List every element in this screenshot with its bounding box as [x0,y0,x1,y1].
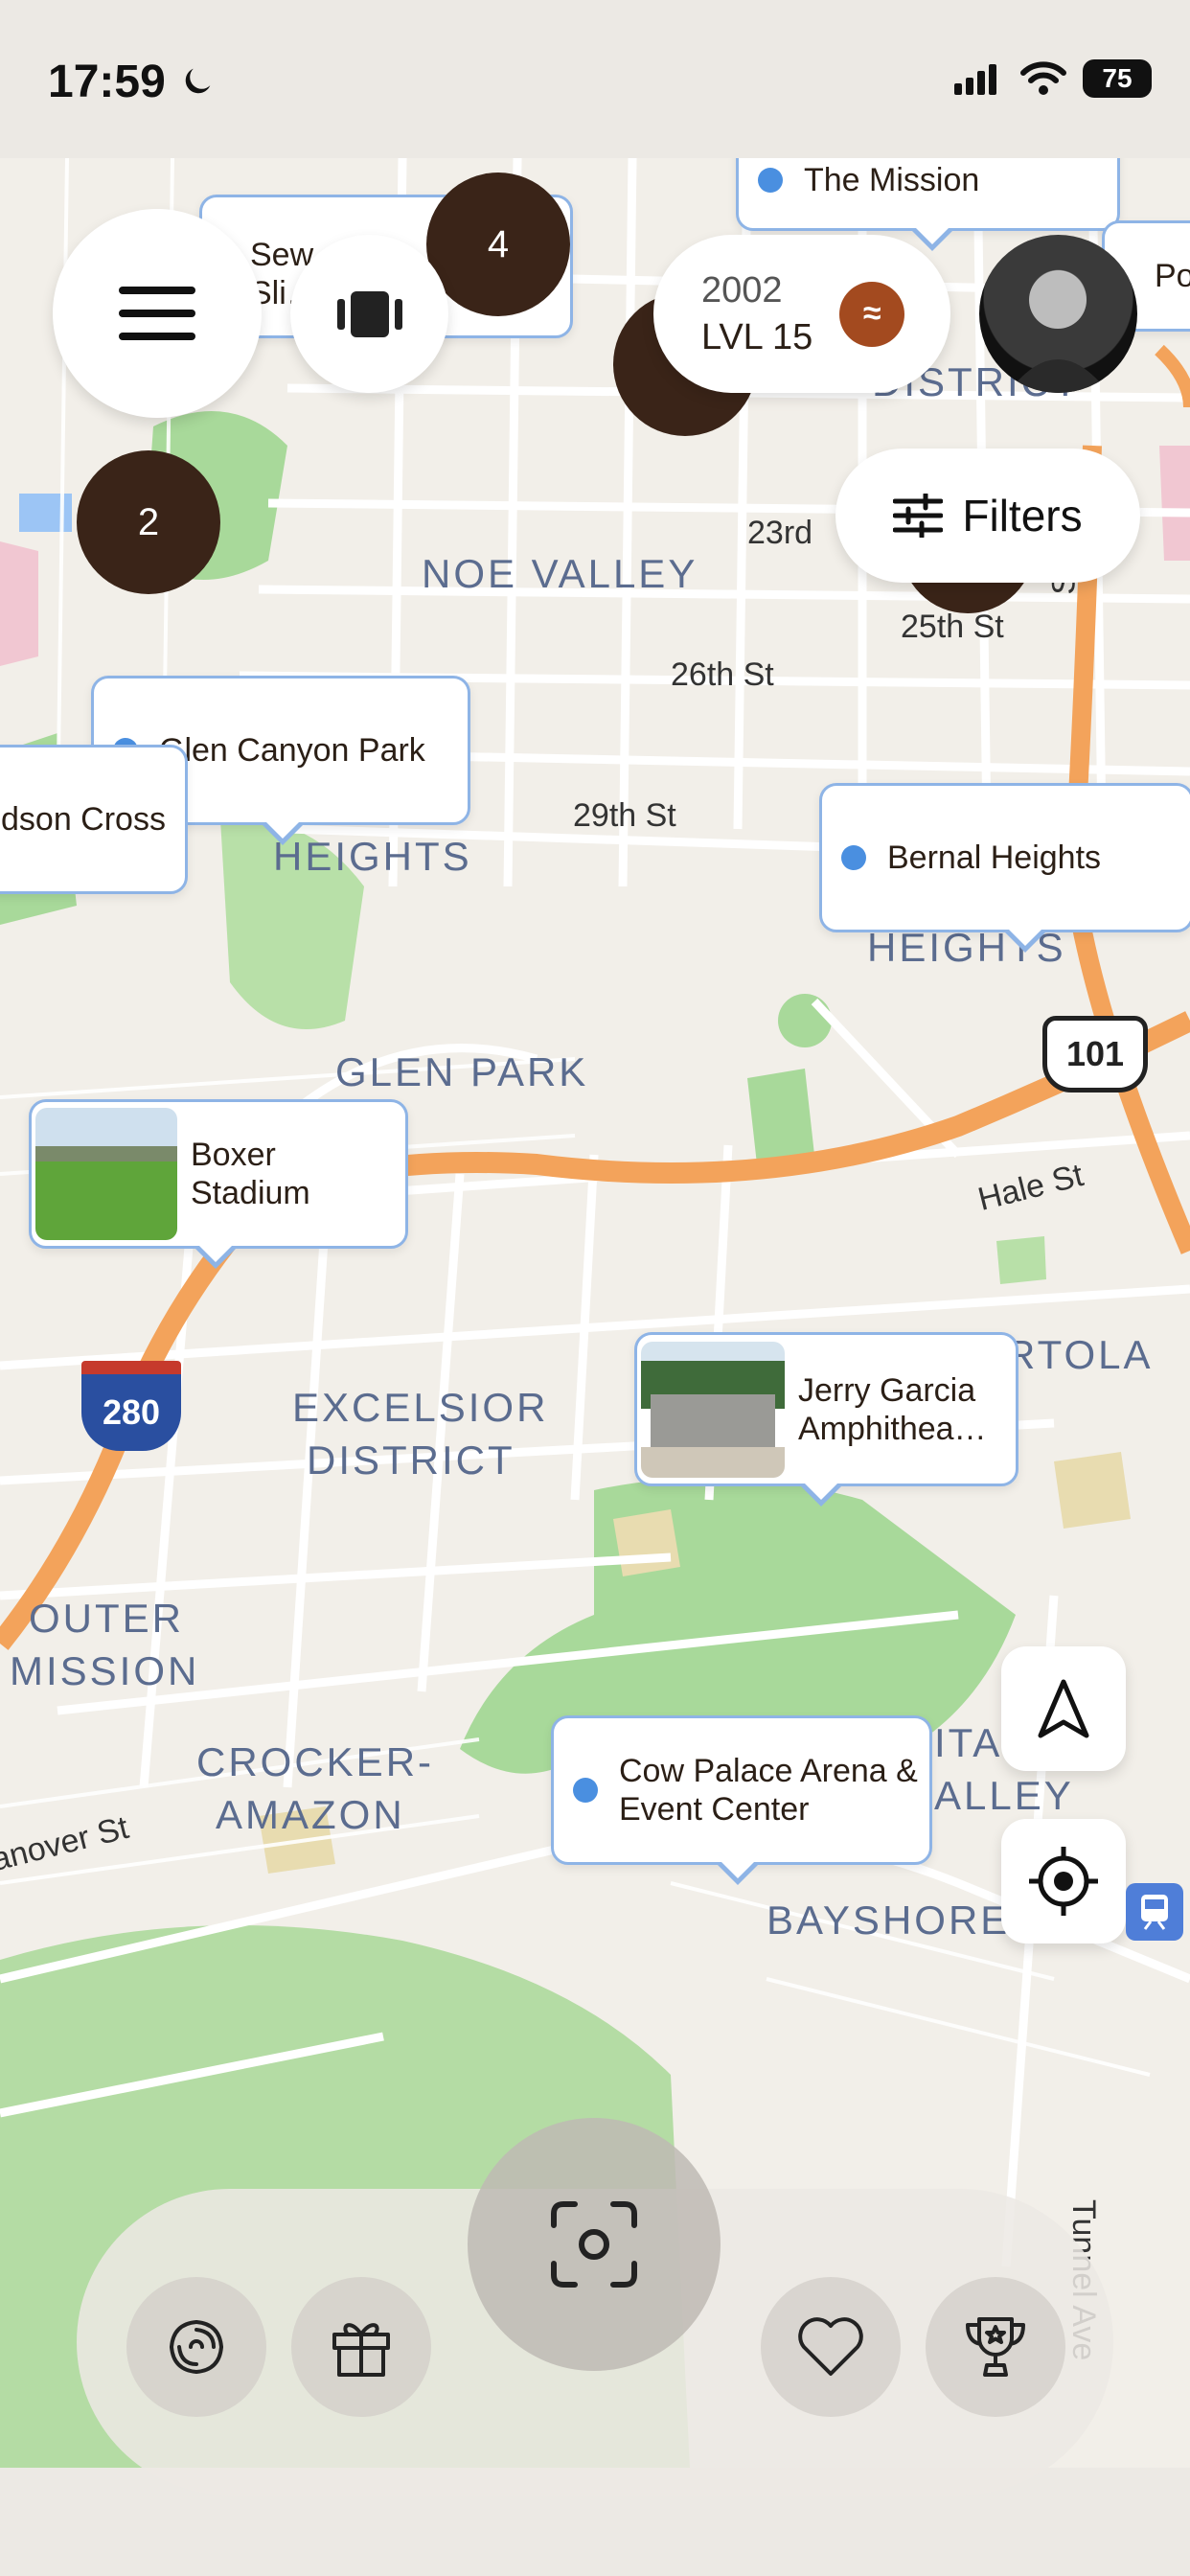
status-bar: 17:59 75 [0,0,1190,158]
locate-me-button[interactable] [1001,1819,1126,1944]
crosshair-icon [1029,1847,1098,1916]
status-time: 17:59 [48,56,217,108]
pin-label: Jerry Garcia Amphithea… [798,1371,987,1447]
pin-label: Boxer Stadium [191,1137,310,1211]
street-label: 29th St [573,797,676,834]
area-label: AMAZON [216,1792,405,1837]
area-label: ITA [934,1720,1003,1765]
highway-shield-101: 101 [1042,1016,1148,1092]
spin-button[interactable] [126,2277,266,2417]
pin-boxer-stadium[interactable]: Boxer Stadium [29,1099,408,1269]
card-view-button[interactable] [290,235,448,393]
area-label: MISSION [10,1648,200,1693]
leaderboard-button[interactable] [926,2277,1065,2417]
transit-icon [1126,1883,1183,1941]
pin-jerry-garcia-amphitheater[interactable]: Jerry Garcia Amphithea… [634,1332,1018,1506]
street-label: 25th St [901,609,1004,645]
filters-button[interactable]: Filters [835,448,1140,583]
xp-value: 2002 [701,269,783,310]
avatar[interactable] [979,235,1137,393]
area-label: BAYSHORE [767,1898,1011,1943]
level-label: LVL 15 [701,316,813,357]
pin-the-mission[interactable]: The Mission [736,158,1120,251]
carousel-icon [336,290,402,337]
compass-button[interactable] [1001,1646,1126,1771]
area-label: OUTER [29,1596,184,1641]
jerry-garcia-photo [641,1341,785,1478]
cellular-icon [954,64,996,95]
pin-label: Cow Palace Arena & Event Center [619,1753,918,1828]
favorites-button[interactable] [761,2277,901,2417]
battery-indicator: 75 [1083,59,1152,98]
bottom-dock [77,2118,1113,2496]
street-label: 26th St [671,656,774,693]
filters-label: Filters [962,491,1083,540]
pin-label: Glen Canyon Park [159,731,425,769]
wifi-icon [1020,61,1066,95]
pin-dot [841,845,866,870]
street-label: 23rd [747,515,813,551]
highway-shield-280: 280 [81,1361,181,1451]
sliders-icon [893,494,944,538]
pin-label: Po [1155,257,1190,294]
area-label: NOE VALLEY [422,551,698,596]
boxer-stadium-photo [35,1108,177,1240]
xp-coin-icon: ≈ [839,281,905,347]
pin-label: dson Cross [1,800,166,838]
area-label: RTOLA [1006,1332,1154,1377]
spiral-icon [170,2320,223,2374]
pin-label: Bernal Heights [887,839,1102,876]
pin-dson-cross[interactable]: dson Cross [0,745,188,894]
pin-dot [758,168,783,193]
rewards-button[interactable] [291,2277,431,2417]
hamburger-icon [119,287,195,340]
scan-button[interactable] [468,2118,721,2371]
cluster-marker[interactable]: 4 [426,172,570,316]
scan-camera-icon [551,2201,637,2288]
area-label: GLEN PARK [335,1049,589,1094]
gift-icon [332,2323,390,2377]
pin-cow-palace[interactable]: Cow Palace Arena & Event Center [551,1715,932,1885]
pin-bernal-heights[interactable]: Bernal Heights [819,783,1190,953]
navigation-arrow-icon [1038,1679,1089,1738]
area-label: CROCKER- [196,1739,435,1784]
moon-icon [185,68,211,94]
level-badge[interactable]: 2002 LVL 15 ≈ [653,235,950,393]
cluster-marker[interactable]: 2 [77,450,220,594]
area-label: EXCELSIOR [292,1385,549,1430]
pin-label: The Mission [804,161,980,198]
area-label: ALLEY [934,1773,1074,1818]
area-label: DISTRICT [307,1438,515,1483]
heart-icon [798,2317,863,2376]
menu-button[interactable] [53,209,262,418]
trophy-icon [966,2317,1025,2377]
pin-dot [573,1778,598,1803]
